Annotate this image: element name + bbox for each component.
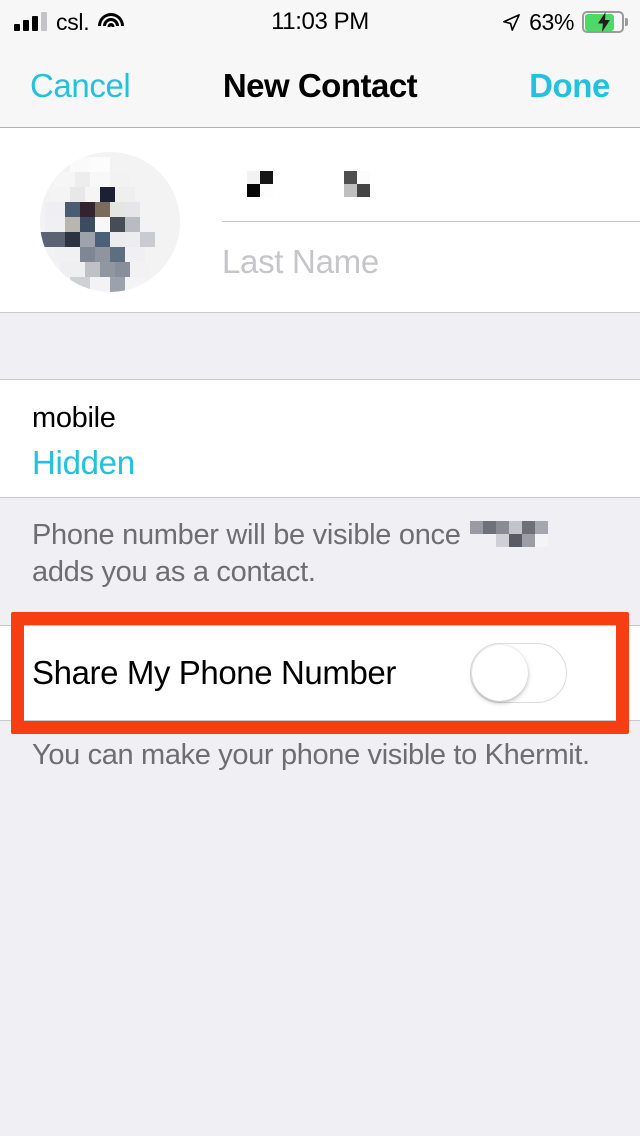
phone-number-section[interactable]: mobile Hidden bbox=[0, 380, 640, 498]
name-fields-group: Last Name bbox=[200, 128, 640, 313]
last-name-input[interactable]: Last Name bbox=[222, 222, 640, 302]
first-name-input[interactable] bbox=[222, 150, 640, 220]
share-phone-number-toggle[interactable] bbox=[470, 643, 567, 703]
first-name-redacted-value bbox=[247, 171, 370, 197]
share-phone-number-row[interactable]: Share My Phone Number bbox=[0, 625, 640, 721]
contact-photo-avatar[interactable] bbox=[40, 152, 180, 292]
contact-name-section: Last Name bbox=[0, 128, 640, 313]
charging-bolt-icon bbox=[598, 12, 610, 32]
last-name-placeholder: Last Name bbox=[222, 243, 379, 280]
empty-area bbox=[0, 786, 640, 1136]
location-arrow-icon bbox=[503, 13, 521, 31]
contact-name-redacted bbox=[470, 521, 549, 547]
status-bar: csl. 11:03 PM 63% bbox=[0, 0, 640, 44]
toggle-knob bbox=[472, 645, 528, 701]
navigation-bar: Cancel New Contact Done bbox=[0, 44, 640, 128]
battery-percentage-label: 63% bbox=[529, 8, 574, 35]
avatar-pixelated-photo bbox=[40, 152, 180, 292]
share-phone-number-note: You can make your phone visible to Kherm… bbox=[0, 736, 640, 786]
phone-value[interactable]: Hidden bbox=[32, 444, 135, 482]
note-text-before: Phone number will be visible once bbox=[32, 519, 461, 551]
share-phone-number-label: Share My Phone Number bbox=[32, 654, 396, 691]
section-gap bbox=[0, 313, 640, 380]
share-phone-number-note-text: You can make your phone visible to Kherm… bbox=[32, 739, 590, 771]
phone-label: mobile bbox=[32, 402, 116, 434]
status-bar-right: 63% bbox=[502, 9, 628, 36]
phone-visibility-note: Phone number will be visible once adds y… bbox=[0, 499, 640, 613]
done-button[interactable]: Done bbox=[529, 67, 610, 105]
iphone-screen: csl. 11:03 PM 63% Cancel New Contact Don… bbox=[0, 0, 640, 1136]
battery-icon bbox=[582, 11, 628, 33]
phone-visibility-note-text: Phone number will be visible once adds y… bbox=[32, 517, 612, 591]
note-text-after: adds you as a contact. bbox=[32, 556, 316, 588]
